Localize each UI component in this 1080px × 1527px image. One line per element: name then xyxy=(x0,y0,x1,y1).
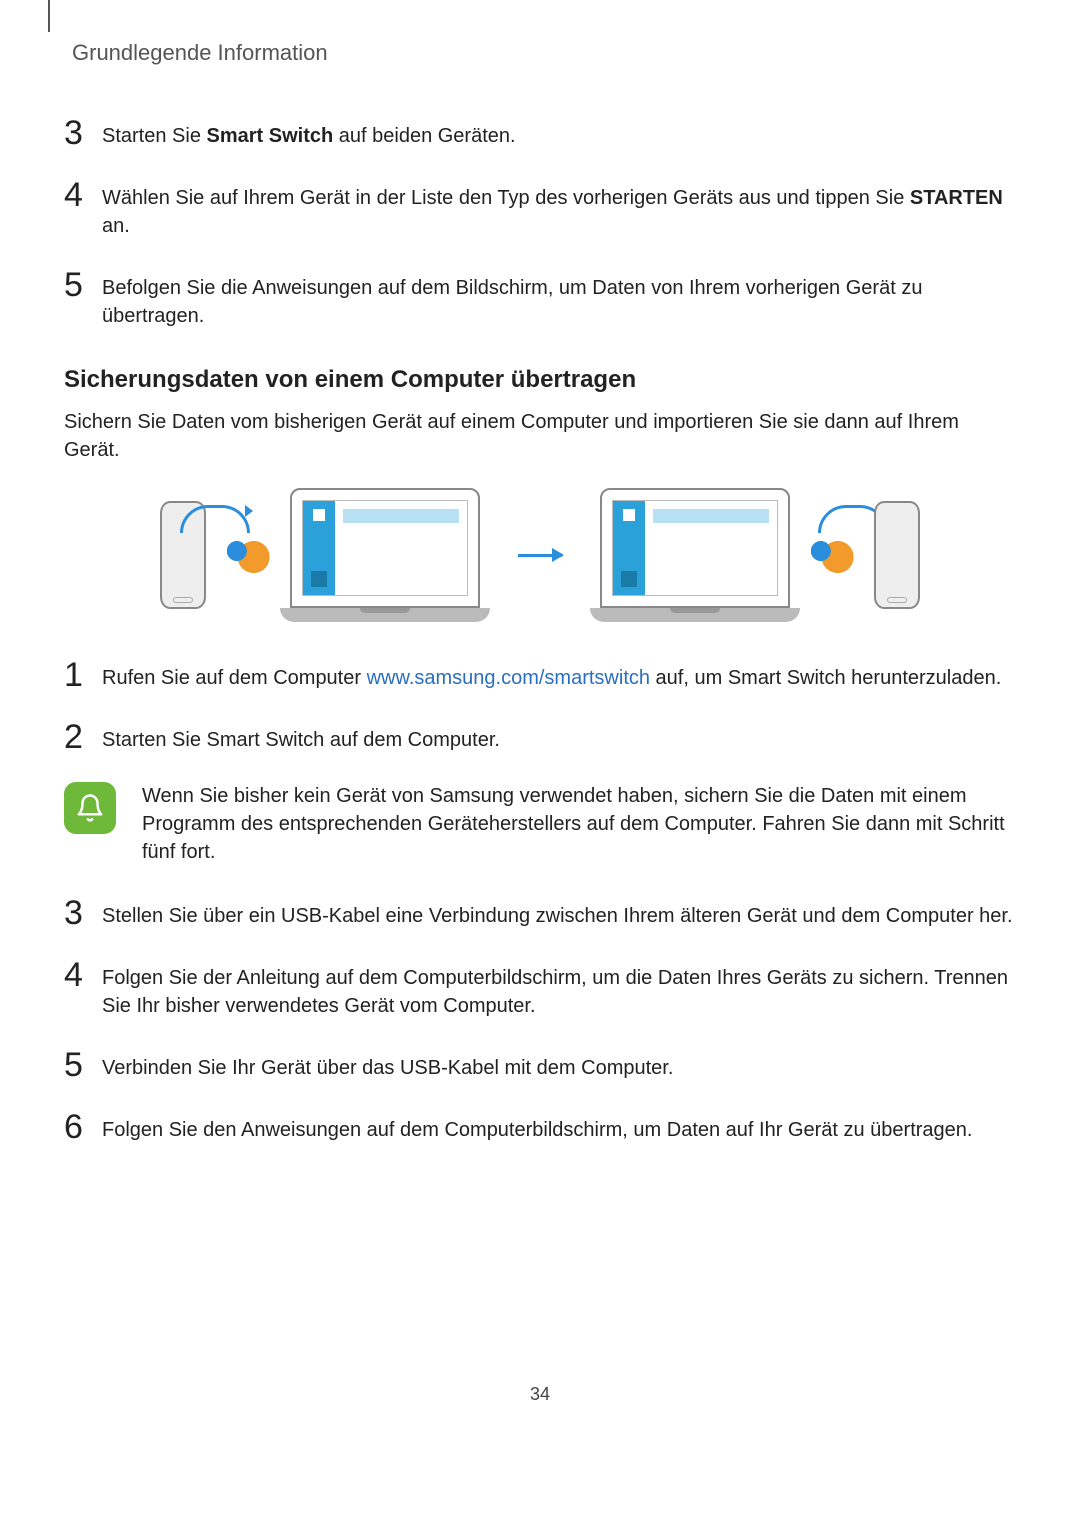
step-text-post: an. xyxy=(102,215,130,237)
step-text: Folgen Sie der Anleitung auf dem Compute… xyxy=(102,958,1016,1020)
laptop-icon xyxy=(590,488,800,622)
arrow-right-icon xyxy=(510,554,570,557)
smartswitch-link[interactable]: www.samsung.com/smartswitch xyxy=(367,667,650,689)
step-text: Starten Sie Smart Switch auf beiden Gerä… xyxy=(102,116,516,150)
page-number: 34 xyxy=(64,1384,1016,1405)
step-text: Stellen Sie über ein USB-Kabel eine Verb… xyxy=(102,896,1013,930)
step-number: 6 xyxy=(64,1110,102,1144)
step-a5: 5 Befolgen Sie die Anweisungen auf dem B… xyxy=(64,268,1016,330)
step-text-bold: STARTEN xyxy=(910,187,1003,209)
laptop-icon xyxy=(280,488,490,622)
step-a4: 4 Wählen Sie auf Ihrem Gerät in der List… xyxy=(64,178,1016,240)
illustration xyxy=(64,488,1016,622)
step-text: Folgen Sie den Anweisungen auf dem Compu… xyxy=(102,1110,972,1144)
note-text: Wenn Sie bisher kein Gerät von Samsung v… xyxy=(142,782,1016,866)
note-block: Wenn Sie bisher kein Gerät von Samsung v… xyxy=(64,782,1016,866)
page-header: Grundlegende Information xyxy=(72,40,1016,66)
step-number: 5 xyxy=(64,1048,102,1082)
step-number: 4 xyxy=(64,178,102,212)
step-text-pre: Wählen Sie auf Ihrem Gerät in der Liste … xyxy=(102,187,910,209)
step-text-bold: Smart Switch xyxy=(207,125,334,147)
step-b4: 4 Folgen Sie der Anleitung auf dem Compu… xyxy=(64,958,1016,1020)
step-text-pre: Rufen Sie auf dem Computer xyxy=(102,667,367,689)
illustration-left xyxy=(160,488,490,622)
step-b2: 2 Starten Sie Smart Switch auf dem Compu… xyxy=(64,720,1016,754)
step-text: Starten Sie Smart Switch auf dem Compute… xyxy=(102,720,500,754)
section-heading: Sicherungsdaten von einem Computer übert… xyxy=(64,366,1016,394)
data-gear-icon xyxy=(804,535,860,575)
step-b1: 1 Rufen Sie auf dem Computer www.samsung… xyxy=(64,658,1016,692)
step-a3: 3 Starten Sie Smart Switch auf beiden Ge… xyxy=(64,116,1016,150)
step-text: Rufen Sie auf dem Computer www.samsung.c… xyxy=(102,658,1001,692)
step-b6: 6 Folgen Sie den Anweisungen auf dem Com… xyxy=(64,1110,1016,1144)
data-gear-icon xyxy=(220,535,276,575)
step-number: 1 xyxy=(64,658,102,692)
section-intro: Sichern Sie Daten vom bisherigen Gerät a… xyxy=(64,408,1016,464)
step-text-post: auf, um Smart Switch herunterzuladen. xyxy=(650,667,1001,689)
illustration-right xyxy=(590,488,920,622)
step-text: Befolgen Sie die Anweisungen auf dem Bil… xyxy=(102,268,1016,330)
phone-icon xyxy=(874,501,920,609)
step-number: 4 xyxy=(64,958,102,992)
step-text-post: auf beiden Geräten. xyxy=(333,125,515,147)
step-b3: 3 Stellen Sie über ein USB-Kabel eine Ve… xyxy=(64,896,1016,930)
step-b5: 5 Verbinden Sie Ihr Gerät über das USB-K… xyxy=(64,1048,1016,1082)
step-number: 3 xyxy=(64,116,102,150)
step-number: 3 xyxy=(64,896,102,930)
note-bell-icon xyxy=(64,782,116,834)
step-text: Verbinden Sie Ihr Gerät über das USB-Kab… xyxy=(102,1048,673,1082)
step-text: Wählen Sie auf Ihrem Gerät in der Liste … xyxy=(102,178,1016,240)
step-text-pre: Starten Sie xyxy=(102,125,207,147)
step-number: 5 xyxy=(64,268,102,302)
side-rule xyxy=(48,0,50,32)
step-number: 2 xyxy=(64,720,102,754)
